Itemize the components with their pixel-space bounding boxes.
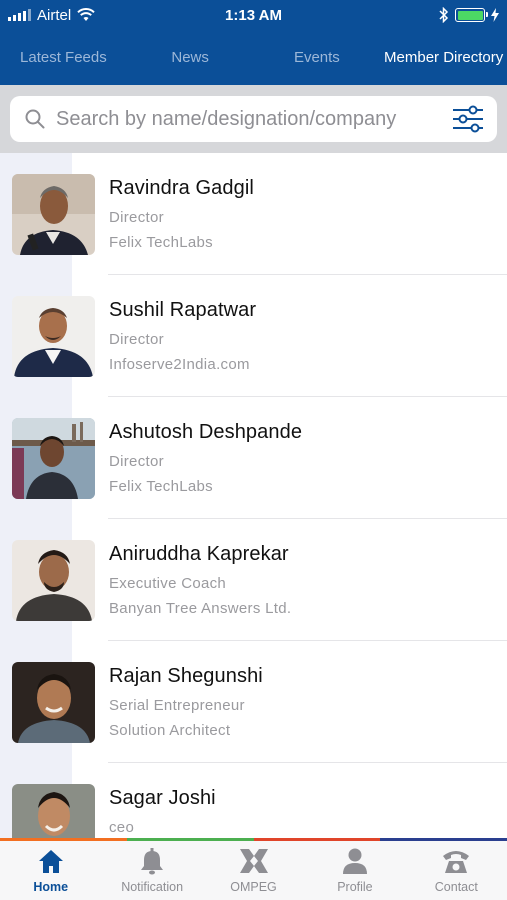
status-bar: Airtel 1:13 AM xyxy=(0,0,507,30)
member-company: Banyan Tree Answers Ltd. xyxy=(109,600,292,617)
member-list-item[interactable]: Rajan Shegunshi Serial Entrepreneur Solu… xyxy=(0,641,507,763)
wifi-icon xyxy=(77,8,95,21)
battery-icon xyxy=(455,8,488,22)
avatar xyxy=(12,174,95,255)
avatar xyxy=(12,784,95,838)
nav-ompeg-label: OMPEG xyxy=(230,880,277,894)
nav-notification[interactable]: Notification xyxy=(101,841,202,900)
member-name: Sagar Joshi xyxy=(109,787,216,809)
member-info: Rajan Shegunshi Serial Entrepreneur Solu… xyxy=(109,665,263,739)
avatar xyxy=(12,418,95,499)
member-designation: Serial Entrepreneur xyxy=(109,697,245,714)
search-area xyxy=(0,85,507,153)
member-list-item[interactable]: Aniruddha Kaprekar Executive Coach Banya… xyxy=(0,519,507,641)
status-time: 1:13 AM xyxy=(225,6,282,24)
nav-home-label: Home xyxy=(33,880,69,894)
member-info: Sushil Rapatwar Director Infoserve2India… xyxy=(109,299,256,373)
tab-latest-feeds[interactable]: Latest Feeds xyxy=(0,49,127,66)
carrier-label: Airtel xyxy=(37,6,72,24)
avatar xyxy=(12,662,95,743)
bell-icon xyxy=(141,848,164,875)
member-list-item[interactable]: Sushil Rapatwar Director Infoserve2India… xyxy=(0,275,507,397)
nav-home[interactable]: Home xyxy=(0,841,101,900)
member-list-item[interactable]: Ashutosh Deshpande Director Felix TechLa… xyxy=(0,397,507,519)
search-icon xyxy=(25,109,45,129)
status-left: Airtel xyxy=(8,7,95,24)
member-info: Ravindra Gadgil Director Felix TechLabs xyxy=(109,177,254,251)
member-designation: Director xyxy=(109,453,164,470)
tab-news[interactable]: News xyxy=(127,49,254,66)
member-list: Ravindra Gadgil Director Felix TechLabs … xyxy=(0,153,507,838)
member-company: Solution Architect xyxy=(109,722,231,739)
home-icon xyxy=(38,850,63,873)
avatar xyxy=(12,540,95,621)
nav-profile-label: Profile xyxy=(337,880,373,894)
top-tab-bar: Latest Feeds News Events Member Director… xyxy=(0,30,507,85)
member-name: Sushil Rapatwar xyxy=(109,299,257,321)
nav-ompeg[interactable]: OMPEG xyxy=(203,841,304,900)
member-info: Ashutosh Deshpande Director Felix TechLa… xyxy=(109,421,302,495)
member-company: Felix TechLabs xyxy=(109,234,213,251)
charging-icon xyxy=(491,8,499,22)
filter-sliders-icon[interactable] xyxy=(451,102,485,136)
member-list-item[interactable]: Ravindra Gadgil Director Felix TechLabs xyxy=(0,153,507,275)
nav-contact[interactable]: Contact xyxy=(406,841,507,900)
member-company: Felix TechLabs xyxy=(109,478,213,495)
nav-contact-label: Contact xyxy=(434,880,478,894)
member-name: Aniruddha Kaprekar xyxy=(109,543,289,565)
member-list-item[interactable]: Sagar Joshi ceo xyxy=(0,763,507,838)
bottom-nav-bar: Home Notification OMPEG Profile Contact xyxy=(0,838,507,900)
bluetooth-icon xyxy=(439,7,449,23)
member-info: Sagar Joshi ceo xyxy=(109,787,216,838)
member-name: Ravindra Gadgil xyxy=(109,177,254,199)
signal-strength-icon xyxy=(8,9,31,21)
search-input[interactable] xyxy=(56,107,451,131)
member-designation: ceo xyxy=(109,819,135,836)
person-icon xyxy=(342,848,367,874)
status-right xyxy=(439,7,499,23)
member-name: Ashutosh Deshpande xyxy=(109,421,303,443)
nav-notification-label: Notification xyxy=(121,880,184,894)
member-designation: Director xyxy=(109,209,164,226)
tab-member-directory[interactable]: Member Directory xyxy=(380,49,507,66)
nav-profile[interactable]: Profile xyxy=(304,841,405,900)
tab-events[interactable]: Events xyxy=(254,49,381,66)
member-designation: Executive Coach xyxy=(109,575,227,592)
avatar xyxy=(12,296,95,377)
search-box[interactable] xyxy=(10,96,497,142)
member-name: Rajan Shegunshi xyxy=(109,665,263,687)
ompeg-logo-icon xyxy=(239,849,268,873)
member-company: Infoserve2India.com xyxy=(109,356,250,373)
member-designation: Director xyxy=(109,331,164,348)
member-info: Aniruddha Kaprekar Executive Coach Banya… xyxy=(109,543,291,617)
phone-icon xyxy=(443,851,470,873)
